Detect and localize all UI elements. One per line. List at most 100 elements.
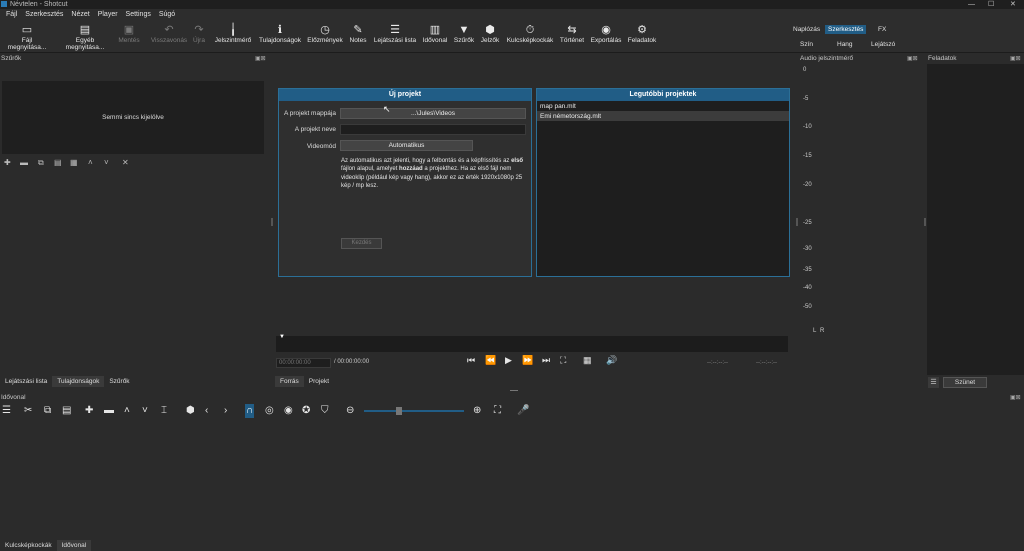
save-preset-icon[interactable]: ▦ xyxy=(70,158,78,167)
history-button[interactable]: ◷ Előzmények xyxy=(306,23,344,44)
recent-project-item[interactable]: Emi németország.mlt xyxy=(537,111,789,121)
timeline-button[interactable]: ▥ Idővonal xyxy=(420,23,450,44)
ripple-icon[interactable]: ◉ xyxy=(284,404,293,418)
zoom-slider-handle[interactable] xyxy=(396,407,402,415)
right-splitter-handle[interactable] xyxy=(796,218,798,226)
jobs-button[interactable]: ⚙ Feladatok xyxy=(626,23,658,44)
undo-button[interactable]: ↶ Visszavonás xyxy=(150,23,188,44)
export-button[interactable]: ◉ Exportálás xyxy=(589,23,623,44)
zoom-out-icon[interactable]: ⊖ xyxy=(346,404,354,418)
menu-player[interactable]: Player xyxy=(94,9,122,21)
deselect-icon[interactable]: ✕ xyxy=(122,158,129,167)
layout-editing[interactable]: Szerkesztés xyxy=(825,25,867,34)
tab-timeline[interactable]: Idővonal xyxy=(56,540,92,551)
bottom-splitter-handle[interactable] xyxy=(510,390,518,391)
timeline-tracks-area[interactable] xyxy=(0,419,1024,541)
tab-keyframes[interactable]: Kulcsképkockák xyxy=(0,540,57,551)
markers-button[interactable]: ⬢ Jelzők xyxy=(479,23,501,44)
menu-settings[interactable]: Settings xyxy=(122,9,155,21)
jobs-float-close-icon[interactable]: ▣⊠ xyxy=(1010,55,1021,62)
tab-filters[interactable]: Szűrők xyxy=(104,376,134,387)
play-icon[interactable]: ▶ xyxy=(505,355,512,366)
scrub-drag-icon[interactable]: ◎ xyxy=(265,404,274,418)
layout-audio[interactable]: Hang xyxy=(834,40,856,49)
minimize-button[interactable]: — xyxy=(968,0,975,9)
close-button[interactable]: ✕ xyxy=(1010,0,1016,9)
playlist-button[interactable]: ☰ Lejátszási lista xyxy=(373,23,417,44)
properties-button[interactable]: ℹ Tulajdonságok xyxy=(256,23,304,44)
notes-button[interactable]: ✎ Notes xyxy=(347,23,369,44)
lift-icon[interactable]: ˄ xyxy=(124,404,130,418)
menu-edit[interactable]: Szerkesztés xyxy=(21,9,67,21)
menu-view[interactable]: Nézet xyxy=(67,9,93,21)
current-timecode-input[interactable]: 00:00:00:00 xyxy=(276,358,331,368)
zoom-in-icon[interactable]: ⊕ xyxy=(473,404,481,418)
next-marker-icon[interactable]: › xyxy=(224,404,227,418)
zoom-fit-icon[interactable]: ⛶ xyxy=(494,404,501,418)
recent-history-button[interactable]: ⇆ Történet xyxy=(557,23,587,44)
layout-player[interactable]: Lejátszó xyxy=(868,40,898,49)
playhead-icon[interactable]: ▼ xyxy=(279,334,285,340)
zoom-slider[interactable] xyxy=(364,410,464,412)
jobs-splitter-handle[interactable] xyxy=(924,218,926,226)
ripple-all-icon[interactable]: ✪ xyxy=(302,404,310,418)
meter-float-close-icon[interactable]: ▣⊠ xyxy=(907,55,918,62)
remove-filter-icon[interactable]: ▬ xyxy=(20,158,28,167)
volume-icon[interactable]: 🔊 xyxy=(606,355,617,366)
menu-file[interactable]: Fájl xyxy=(2,9,21,21)
open-other-button[interactable]: ▤ Egyéb megnyitása... xyxy=(56,23,114,51)
recent-project-item[interactable]: map pan.mlt xyxy=(537,101,789,111)
jobs-menu-icon[interactable]: ☰ xyxy=(928,377,939,388)
paste-icon[interactable]: ▤ xyxy=(62,404,71,418)
record-audio-icon[interactable]: 🎤 xyxy=(517,404,529,418)
keyframes-button[interactable]: ⏱ Kulcsképkockák xyxy=(505,23,555,44)
ripple-markers-icon[interactable]: ⛉ xyxy=(321,404,329,418)
copy-icon[interactable]: ⧉ xyxy=(44,404,51,418)
timeline-float-close-icon[interactable]: ▣⊠ xyxy=(1010,394,1021,401)
video-mode-select[interactable]: Automatikus xyxy=(340,140,473,151)
tab-properties[interactable]: Tulajdonságok xyxy=(52,376,105,387)
skip-next-icon[interactable]: ⏭ xyxy=(542,355,550,366)
panel-float-close-icon[interactable]: ▣⊠ xyxy=(255,55,266,62)
save-button[interactable]: ▣ Mentés xyxy=(116,23,142,44)
grid-icon[interactable]: ▦ xyxy=(583,355,592,366)
project-name-input[interactable] xyxy=(340,124,526,135)
append-icon[interactable]: ✚ xyxy=(85,404,93,418)
timeline-menu-icon[interactable]: ☰ xyxy=(2,404,11,418)
pause-jobs-button[interactable]: Szünet xyxy=(943,377,987,388)
layout-color[interactable]: Szín xyxy=(797,40,816,49)
layout-fx[interactable]: FX xyxy=(875,25,889,34)
menu-help[interactable]: Súgó xyxy=(155,9,179,21)
start-button[interactable]: Kezdés xyxy=(341,238,382,249)
out-point: --:--:--:-- xyxy=(756,360,777,366)
split-icon[interactable]: ⌶ xyxy=(161,404,167,418)
paste-filter-icon[interactable]: ▤ xyxy=(54,158,62,167)
overwrite-icon[interactable]: ˅ xyxy=(142,404,148,418)
prev-marker-icon[interactable]: ‹ xyxy=(205,404,208,418)
cut-icon[interactable]: ✂ xyxy=(24,404,32,418)
left-splitter-handle[interactable] xyxy=(271,218,273,226)
fast-forward-icon[interactable]: ⏩ xyxy=(522,355,533,366)
maximize-button[interactable]: ☐ xyxy=(988,0,994,9)
filters-list[interactable]: Semmi sincs kijelölve xyxy=(2,81,264,154)
project-folder-button[interactable]: ...\Jules\Videos xyxy=(340,108,526,119)
move-down-icon[interactable]: ˅ xyxy=(104,158,109,167)
filters-button[interactable]: ▼ Szűrők xyxy=(452,23,476,44)
zoom-icon[interactable]: ⛶ xyxy=(560,355,566,366)
skip-previous-icon[interactable]: ⏮ xyxy=(467,355,475,366)
add-filter-icon[interactable]: ✚ xyxy=(4,158,11,167)
snap-icon[interactable]: ∩ xyxy=(245,404,255,418)
open-file-button[interactable]: ▭ Fájl megnyitása... xyxy=(2,23,52,51)
tab-source[interactable]: Forrás xyxy=(275,376,304,387)
move-up-icon[interactable]: ˄ xyxy=(88,158,93,167)
layout-logging[interactable]: Naplózás xyxy=(790,25,823,34)
remove-icon[interactable]: ▬ xyxy=(104,404,114,418)
tab-project[interactable]: Projekt xyxy=(304,376,334,387)
marker-add-icon[interactable]: ⬢ xyxy=(186,404,195,418)
player-scrubber[interactable]: ▼ xyxy=(276,334,788,352)
audio-meter-button[interactable]: ╽ Jelszintmérő xyxy=(213,23,253,44)
tab-playlist[interactable]: Lejátszási lista xyxy=(0,376,52,387)
rewind-icon[interactable]: ⏪ xyxy=(485,355,496,366)
copy-filter-icon[interactable]: ⧉ xyxy=(38,158,44,168)
redo-button[interactable]: ↷ Újra xyxy=(190,23,208,44)
